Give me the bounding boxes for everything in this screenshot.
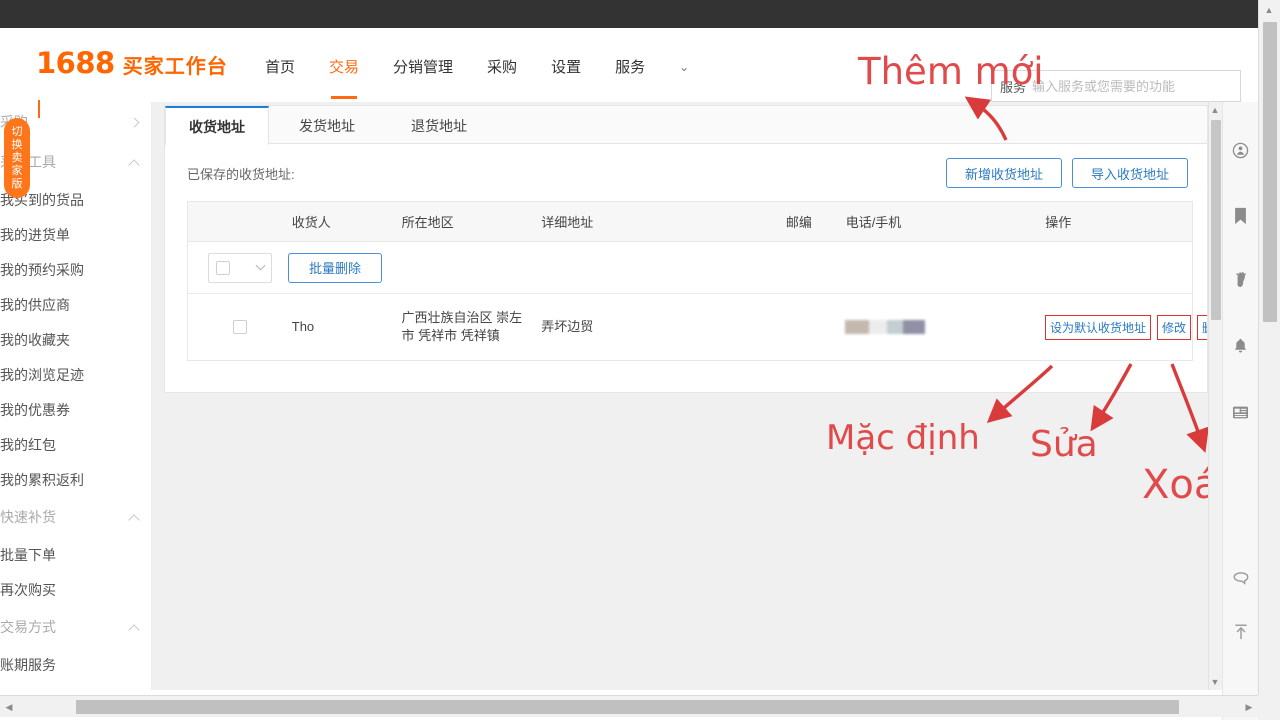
main-navigation: 首页 交易 分销管理 采购 设置 服务 ⌄ — [265, 56, 689, 81]
search-box[interactable]: 服务 — [991, 70, 1241, 102]
nav-item-settings[interactable]: 设置 — [551, 56, 581, 81]
horizontal-scrollbar[interactable]: ◀ ▶ — [0, 695, 1258, 717]
back-to-top-icon[interactable] — [1223, 608, 1259, 656]
address-panel: 收货地址 发货地址 退货地址 已保存的收货地址: 新增收货地址 导入收货地址 收… — [164, 105, 1208, 393]
nav-item-service[interactable]: 服务 — [615, 56, 645, 81]
sidebar-item-credit-term-service[interactable]: 账期服务 — [0, 647, 151, 682]
horizontal-scrollbar-thumb[interactable] — [76, 700, 1179, 714]
nav-item-distribution[interactable]: 分销管理 — [393, 56, 453, 81]
import-address-button[interactable]: 导入收货地址 — [1072, 158, 1188, 188]
cell-phone — [845, 320, 1045, 334]
sidebar-item-buy-again[interactable]: 再次购买 — [0, 572, 151, 607]
address-table: 收货人 所在地区 详细地址 邮编 电话/手机 操作 批量删除 Tho 广西壮族自… — [187, 201, 1207, 361]
column-header-detail-address: 详细地址 — [541, 215, 594, 230]
table-row: Tho 广西壮族自治区 崇左市 凭祥市 凭祥镇 弄坏边贸 设为默认收货地址 修改 — [188, 294, 1207, 360]
seller-badge-char-5: 版 — [11, 177, 23, 190]
scrollbar-corner — [1258, 695, 1280, 720]
news-icon[interactable] — [1223, 388, 1259, 436]
browser-top-bar — [0, 0, 1280, 28]
right-icon-rail — [1222, 102, 1258, 720]
table-header-row: 收货人 所在地区 详细地址 邮编 电话/手机 操作 — [188, 202, 1192, 242]
address-tabs: 收货地址 发货地址 退货地址 — [165, 106, 1207, 145]
chevron-up-icon — [128, 624, 140, 636]
sidebar-item-browsing-history[interactable]: 我的浏览足迹 — [0, 357, 151, 392]
nav-item-trade[interactable]: 交易 — [329, 56, 359, 81]
search-input[interactable] — [1032, 78, 1232, 94]
sidebar-group-trade-method[interactable]: 交易方式 — [0, 607, 151, 647]
sidebar-item-purchase-orders[interactable]: 我的进货单 — [0, 217, 151, 252]
sidebar-item-rebates[interactable]: 我的累积返利 — [0, 462, 151, 497]
unchecked-checkbox-icon[interactable] — [232, 320, 247, 334]
sidebar-item-coupons[interactable]: 我的优惠券 — [0, 392, 151, 427]
sidebar-item-favorites[interactable]: 我的收藏夹 — [0, 322, 151, 357]
cell-receiver: Tho — [291, 319, 315, 334]
switch-to-seller-badge[interactable]: 切 换 卖 家 版 — [4, 118, 30, 198]
sidebar-item-reserved-purchase[interactable]: 我的预约采购 — [0, 252, 151, 287]
scroll-left-arrow[interactable]: ◀ — [0, 696, 18, 718]
column-header-zipcode: 邮编 — [785, 215, 812, 230]
site-header: 1688 买家工作台 首页 交易 分销管理 采购 设置 服务 ⌄ 服务 — [0, 28, 1258, 102]
chevron-down-icon[interactable]: ⌄ — [679, 60, 689, 78]
footprint-icon[interactable] — [1223, 256, 1259, 304]
tab-shipping-address[interactable]: 发货地址 — [275, 106, 379, 145]
nav-item-home[interactable]: 首页 — [265, 56, 295, 81]
batch-delete-button[interactable]: 批量删除 — [288, 252, 382, 283]
column-header-actions: 操作 — [1045, 215, 1072, 230]
set-default-address-link[interactable]: 设为默认收货地址 — [1045, 314, 1152, 340]
cell-detail-address: 弄坏边贸 — [541, 319, 594, 334]
row-action-links: 设为默认收货地址 修改 删除 — [1045, 314, 1207, 340]
edit-address-link[interactable]: 修改 — [1157, 314, 1192, 340]
inner-scroll-down-arrow[interactable]: ▼ — [1208, 674, 1222, 690]
chevron-right-icon — [129, 117, 140, 127]
row-checkbox-cell — [188, 320, 292, 334]
nav-item-purchase[interactable]: 采购 — [487, 56, 517, 81]
inner-vertical-scrollbar[interactable] — [1208, 102, 1222, 690]
cell-region: 广西壮族自治区 崇左市 凭祥市 凭祥镇 — [401, 310, 523, 343]
tab-receiving-address[interactable]: 收货地址 — [165, 106, 269, 145]
seller-badge-char-2: 换 — [11, 138, 23, 151]
sidebar-item-my-suppliers[interactable]: 我的供应商 — [0, 287, 151, 322]
scroll-right-arrow[interactable]: ▶ — [1240, 696, 1258, 718]
column-header-region: 所在地区 — [401, 215, 454, 230]
browser-vertical-scrollbar-thumb[interactable] — [1263, 22, 1277, 322]
account-icon[interactable] — [1223, 126, 1259, 174]
select-all-dropdown[interactable] — [208, 252, 272, 283]
seller-badge-char-3: 卖 — [11, 151, 23, 164]
chevron-down-icon[interactable] — [255, 260, 266, 271]
inner-vertical-scrollbar-thumb[interactable] — [1211, 120, 1221, 320]
seller-badge-char-4: 家 — [11, 164, 23, 177]
sidebar-item-red-packets[interactable]: 我的红包 — [0, 427, 151, 462]
browser-vertical-scrollbar[interactable] — [1258, 0, 1280, 720]
cell-actions: 设为默认收货地址 修改 删除 — [1045, 314, 1207, 340]
browser-scroll-up-arrow[interactable]: ▲ — [1258, 0, 1280, 20]
sidebar-group-quick-restock[interactable]: 快速补货 — [0, 497, 151, 537]
column-header-receiver: 收货人 — [291, 215, 331, 230]
tab-return-address[interactable]: 退货地址 — [387, 106, 491, 145]
delete-address-link[interactable]: 删除 — [1197, 314, 1207, 340]
column-header-phone: 电话/手机 — [845, 215, 902, 230]
site-logo[interactable]: 1688 买家工作台 — [36, 46, 228, 80]
seller-badge-line — [38, 100, 40, 118]
chevron-up-icon — [128, 159, 140, 171]
bell-icon[interactable] — [1223, 322, 1259, 370]
chevron-up-icon — [128, 514, 140, 526]
saved-addresses-label: 已保存的收货地址: — [187, 167, 295, 182]
sidebar-group-label: 交易方式 — [0, 619, 56, 635]
table-toolbar: 批量删除 — [188, 242, 1192, 294]
logo-number: 1688 — [36, 46, 115, 80]
bookmark-icon[interactable] — [1223, 192, 1259, 240]
inner-scroll-up-arrow[interactable]: ▲ — [1208, 102, 1222, 118]
add-address-button[interactable]: 新增收货地址 — [946, 158, 1062, 188]
logo-text: 买家工作台 — [122, 56, 228, 78]
sidebar-item-bulk-order[interactable]: 批量下单 — [0, 537, 151, 572]
search-scope-label[interactable]: 服务 — [1000, 77, 1026, 96]
seller-badge-char-1: 切 — [11, 125, 23, 138]
redacted-phone-number — [845, 320, 926, 334]
unchecked-checkbox-icon[interactable] — [216, 260, 230, 275]
screen: 1688 买家工作台 首页 交易 分销管理 采购 设置 服务 ⌄ 服务 采购 采… — [0, 0, 1280, 720]
message-icon[interactable] — [1223, 554, 1259, 602]
sidebar-group-label: 快速补货 — [0, 509, 56, 525]
